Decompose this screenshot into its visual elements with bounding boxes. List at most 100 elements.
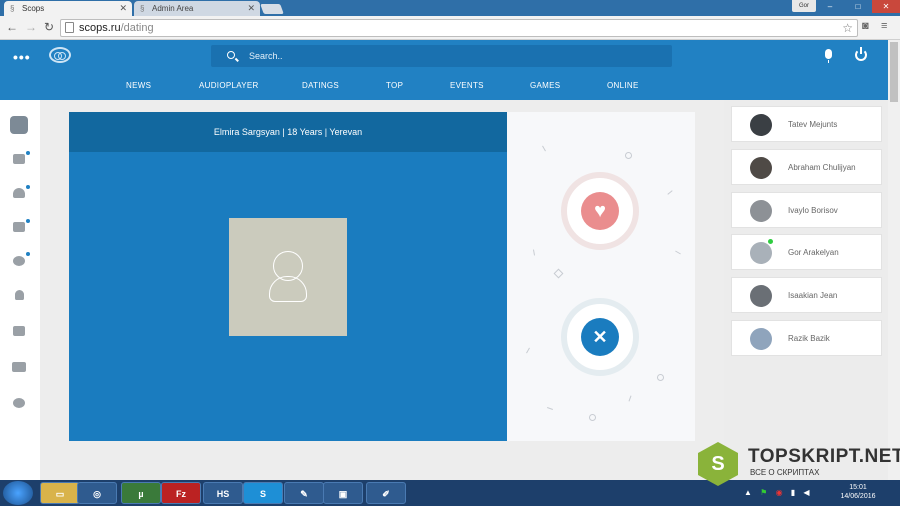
browser-menu-icon[interactable]: ≡ (881, 20, 887, 32)
like-button[interactable]: ♥ (561, 172, 639, 250)
search-placeholder: Search.. (249, 51, 283, 61)
avatar (750, 242, 772, 264)
antivirus-icon[interactable]: ◉ (776, 488, 783, 497)
tab-admin-area[interactable]: § Admin Area ✕ (134, 1, 260, 16)
user-name: Abraham Chulijyan (788, 163, 856, 172)
minimize-icon[interactable]: – (816, 0, 844, 13)
bell-icon[interactable] (13, 188, 25, 198)
user-avatar-icon[interactable] (10, 116, 28, 134)
address-bar[interactable]: scops.ru/dating ☆ (60, 19, 858, 37)
nav-games[interactable]: GAMES (530, 81, 560, 90)
camera-icon[interactable]: ◙ (862, 20, 869, 32)
volume-icon[interactable]: ◀ (803, 488, 809, 497)
user-card[interactable]: Abraham Chulijyan (731, 149, 882, 185)
nav-online[interactable]: ONLINE (607, 81, 639, 90)
site-header: ••• Search.. NEWS AUDIOPLAYER DATINGS TO… (0, 40, 888, 100)
friend-request-icon[interactable] (13, 222, 25, 232)
window-controls: – □ ✕ (816, 0, 900, 14)
messages-icon[interactable] (13, 154, 25, 164)
decor-square (553, 268, 564, 279)
tab-scops[interactable]: § Scops ✕ (4, 1, 132, 16)
reload-icon[interactable]: ↻ (44, 20, 54, 34)
nav-top[interactable]: TOP (386, 81, 403, 90)
watermark-subtitle: ВСЕ О СКРИПТАХ (750, 468, 820, 477)
avatar (750, 200, 772, 222)
eye-icon[interactable] (13, 256, 25, 266)
paint-icon[interactable]: ✐ (366, 482, 406, 504)
user-name: Tatev Mejunts (788, 120, 838, 129)
close-tab-icon[interactable]: ✕ (119, 1, 127, 16)
person-body-icon (269, 276, 307, 302)
profile-badge[interactable]: Gor (792, 0, 816, 12)
heart-icon: ♥ (581, 192, 619, 230)
dating-action-panel: ♥ ✕ (507, 112, 695, 441)
start-button[interactable] (3, 481, 33, 505)
search-input[interactable]: Search.. (211, 45, 672, 67)
url-path: /dating (120, 22, 154, 34)
decor-line (675, 250, 681, 255)
clock-date: 14/06/2016 (840, 493, 876, 500)
user-name: Isaakian Jean (788, 291, 838, 300)
search-icon (227, 51, 235, 59)
dislike-button[interactable]: ✕ (561, 298, 639, 376)
nav-datings[interactable]: DATINGS (302, 81, 339, 90)
explorer-icon[interactable]: ▭ (40, 482, 80, 504)
page-icon (65, 22, 74, 33)
avatar (750, 285, 772, 307)
tab-title: Scops (22, 4, 45, 13)
notification-dot (26, 185, 30, 189)
close-tab-icon[interactable]: ✕ (247, 1, 255, 16)
user-name: Gor Arakelyan (788, 248, 839, 257)
avatar (750, 157, 772, 179)
back-arrow-icon[interactable]: ← (6, 20, 18, 34)
power-icon[interactable] (855, 47, 867, 61)
remote-desktop-icon[interactable]: ▣ (323, 482, 363, 504)
close-window-icon[interactable]: ✕ (872, 0, 900, 13)
decor-line (628, 395, 632, 402)
browser-tab-strip: § Scops ✕ § Admin Area ✕ Gor – □ ✕ (0, 0, 900, 16)
new-tab-button[interactable] (260, 4, 284, 14)
main-navigation: NEWS AUDIOPLAYER DATINGS TOP EVENTS GAME… (0, 81, 888, 95)
avatar (750, 114, 772, 136)
left-sidebar (0, 100, 40, 480)
maximize-icon[interactable]: □ (844, 0, 872, 13)
more-menu-icon[interactable]: ••• (13, 49, 31, 65)
skype-icon[interactable]: S (243, 482, 283, 504)
hotspot-icon[interactable]: HS (203, 482, 243, 504)
nav-news[interactable]: NEWS (126, 81, 151, 90)
network-icon[interactable]: ▮ (791, 488, 795, 497)
bookmark-star-icon[interactable]: ☆ (842, 20, 853, 36)
chrome-icon[interactable]: ◎ (77, 482, 117, 504)
decor-line (667, 190, 673, 195)
user-card[interactable]: Ivaylo Borisov (731, 192, 882, 228)
tab-favicon-icon: § (140, 4, 145, 13)
profile-photo-placeholder[interactable] (229, 218, 347, 336)
tab-favicon-icon: § (10, 4, 15, 13)
filezilla-icon[interactable]: Fz (161, 482, 201, 504)
user-card[interactable]: Isaakian Jean (731, 277, 882, 313)
site-logo[interactable] (49, 47, 71, 63)
forward-arrow-icon[interactable]: → (25, 20, 37, 34)
user-card[interactable]: Gor Arakelyan (731, 234, 882, 270)
utorrent-icon[interactable]: µ (121, 482, 161, 504)
groups-icon[interactable] (12, 362, 26, 372)
decor-circle (589, 414, 596, 421)
close-icon: ✕ (581, 318, 619, 356)
nav-audioplayer[interactable]: AUDIOPLAYER (199, 81, 259, 90)
profile-icon[interactable] (15, 290, 24, 300)
microphone-icon[interactable] (825, 49, 832, 63)
user-card[interactable]: Tatev Mejunts (731, 106, 882, 142)
notepad-icon[interactable]: ✎ (284, 482, 324, 504)
user-name: Ivaylo Borisov (788, 206, 838, 215)
scrollbar-thumb[interactable] (890, 42, 898, 102)
user-card[interactable]: Razik Bazik (731, 320, 882, 356)
photos-icon[interactable] (13, 326, 25, 336)
flag-icon[interactable]: ⚑ (760, 488, 767, 497)
dating-profile-card: Elmira Sargsyan | 18 Years | Yerevan (69, 112, 507, 441)
nav-events[interactable]: EVENTS (450, 81, 484, 90)
decor-circle (657, 374, 664, 381)
show-hidden-icons-icon[interactable]: ▲ (744, 488, 752, 497)
settings-gear-icon[interactable] (13, 398, 25, 408)
avatar (750, 328, 772, 350)
page-scrollbar[interactable] (888, 40, 900, 480)
